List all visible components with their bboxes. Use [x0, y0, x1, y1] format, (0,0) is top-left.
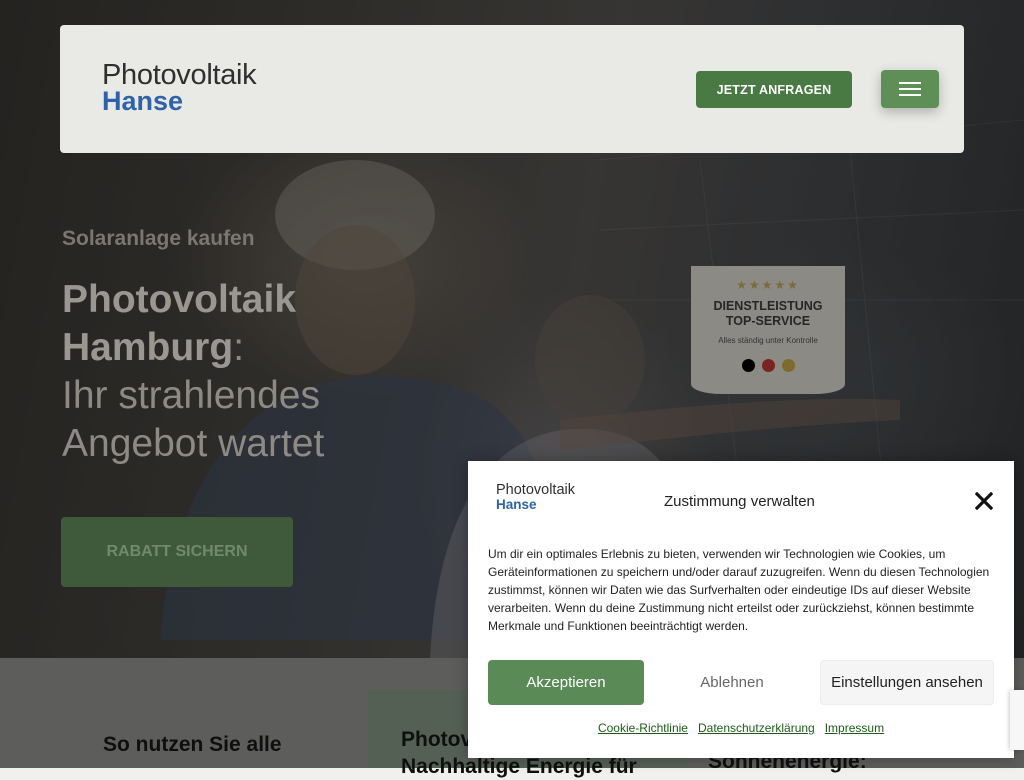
service-badge: ★★★★★ DIENSTLEISTUNG TOP-SERVICE Alles s… [691, 266, 845, 394]
section-heading-2-line2: Nachhaltige Energie für [401, 755, 637, 778]
modal-logo-line2: Hanse [496, 496, 537, 512]
imprint-link[interactable]: Impressum [825, 721, 884, 735]
logo-line2: Hanse [102, 86, 184, 116]
request-quote-button[interactable]: JETZT ANFRAGEN [696, 71, 852, 108]
hero-title-bold: Photovoltaik Hamburg [62, 278, 297, 369]
logo[interactable]: Photovoltaik Hanse [102, 61, 257, 116]
secure-discount-button[interactable]: RABATT SICHERN [61, 517, 293, 587]
hero-kicker: Solaranlage kaufen [62, 227, 255, 250]
modal-title: Zustimmung verwalten [664, 493, 815, 510]
badge-line2: TOP-SERVICE [725, 314, 811, 328]
hero-title-line2: Angebot wartet [62, 422, 325, 465]
hero-title-line1: Ihr strahlendes [62, 374, 320, 417]
policy-links: Cookie-Richtlinie Datenschutzerklärung I… [468, 721, 1014, 735]
flag-dot-black [741, 359, 755, 372]
hero-title: Photovoltaik Hamburg: Ihr strahlendes An… [62, 276, 482, 468]
badge-subline: Alles ständig unter Kontrolle [718, 336, 818, 345]
close-icon [974, 491, 994, 511]
site-header: Photovoltaik Hanse JETZT ANFRAGEN [60, 25, 964, 153]
badge-line1: DIENSTLEISTUNG [713, 299, 823, 313]
flag-dot-gold [781, 359, 795, 372]
consent-text: Um dir ein optimales Erlebnis zu bieten,… [488, 547, 990, 633]
badge-flag-dots [691, 359, 845, 372]
section-heading-1: So nutzen Sie alle [103, 733, 282, 756]
star-rating-icon: ★★★★★ [736, 278, 800, 292]
cookie-policy-link[interactable]: Cookie-Richtlinie [598, 721, 688, 735]
accept-button[interactable]: Akzeptieren [488, 660, 644, 705]
hero-title-colon: : [233, 326, 245, 369]
view-settings-button[interactable]: Einstellungen ansehen [820, 660, 994, 705]
modal-logo: Photovoltaik Hanse [496, 483, 575, 511]
close-button[interactable] [974, 491, 994, 511]
cookie-consent-dialog: Photovoltaik Hanse Zustimmung verwalten … [468, 461, 1014, 758]
hamburger-icon [899, 82, 921, 96]
privacy-policy-link[interactable]: Datenschutzerklärung [698, 721, 815, 735]
recaptcha-badge[interactable] [1010, 690, 1024, 750]
menu-button[interactable] [881, 70, 939, 108]
modal-logo-line1: Photovoltaik [496, 482, 575, 498]
badge-title: DIENSTLEISTUNG TOP-SERVICE [691, 299, 845, 329]
flag-dot-red [761, 359, 775, 372]
decline-button[interactable]: Ablehnen [654, 660, 810, 705]
